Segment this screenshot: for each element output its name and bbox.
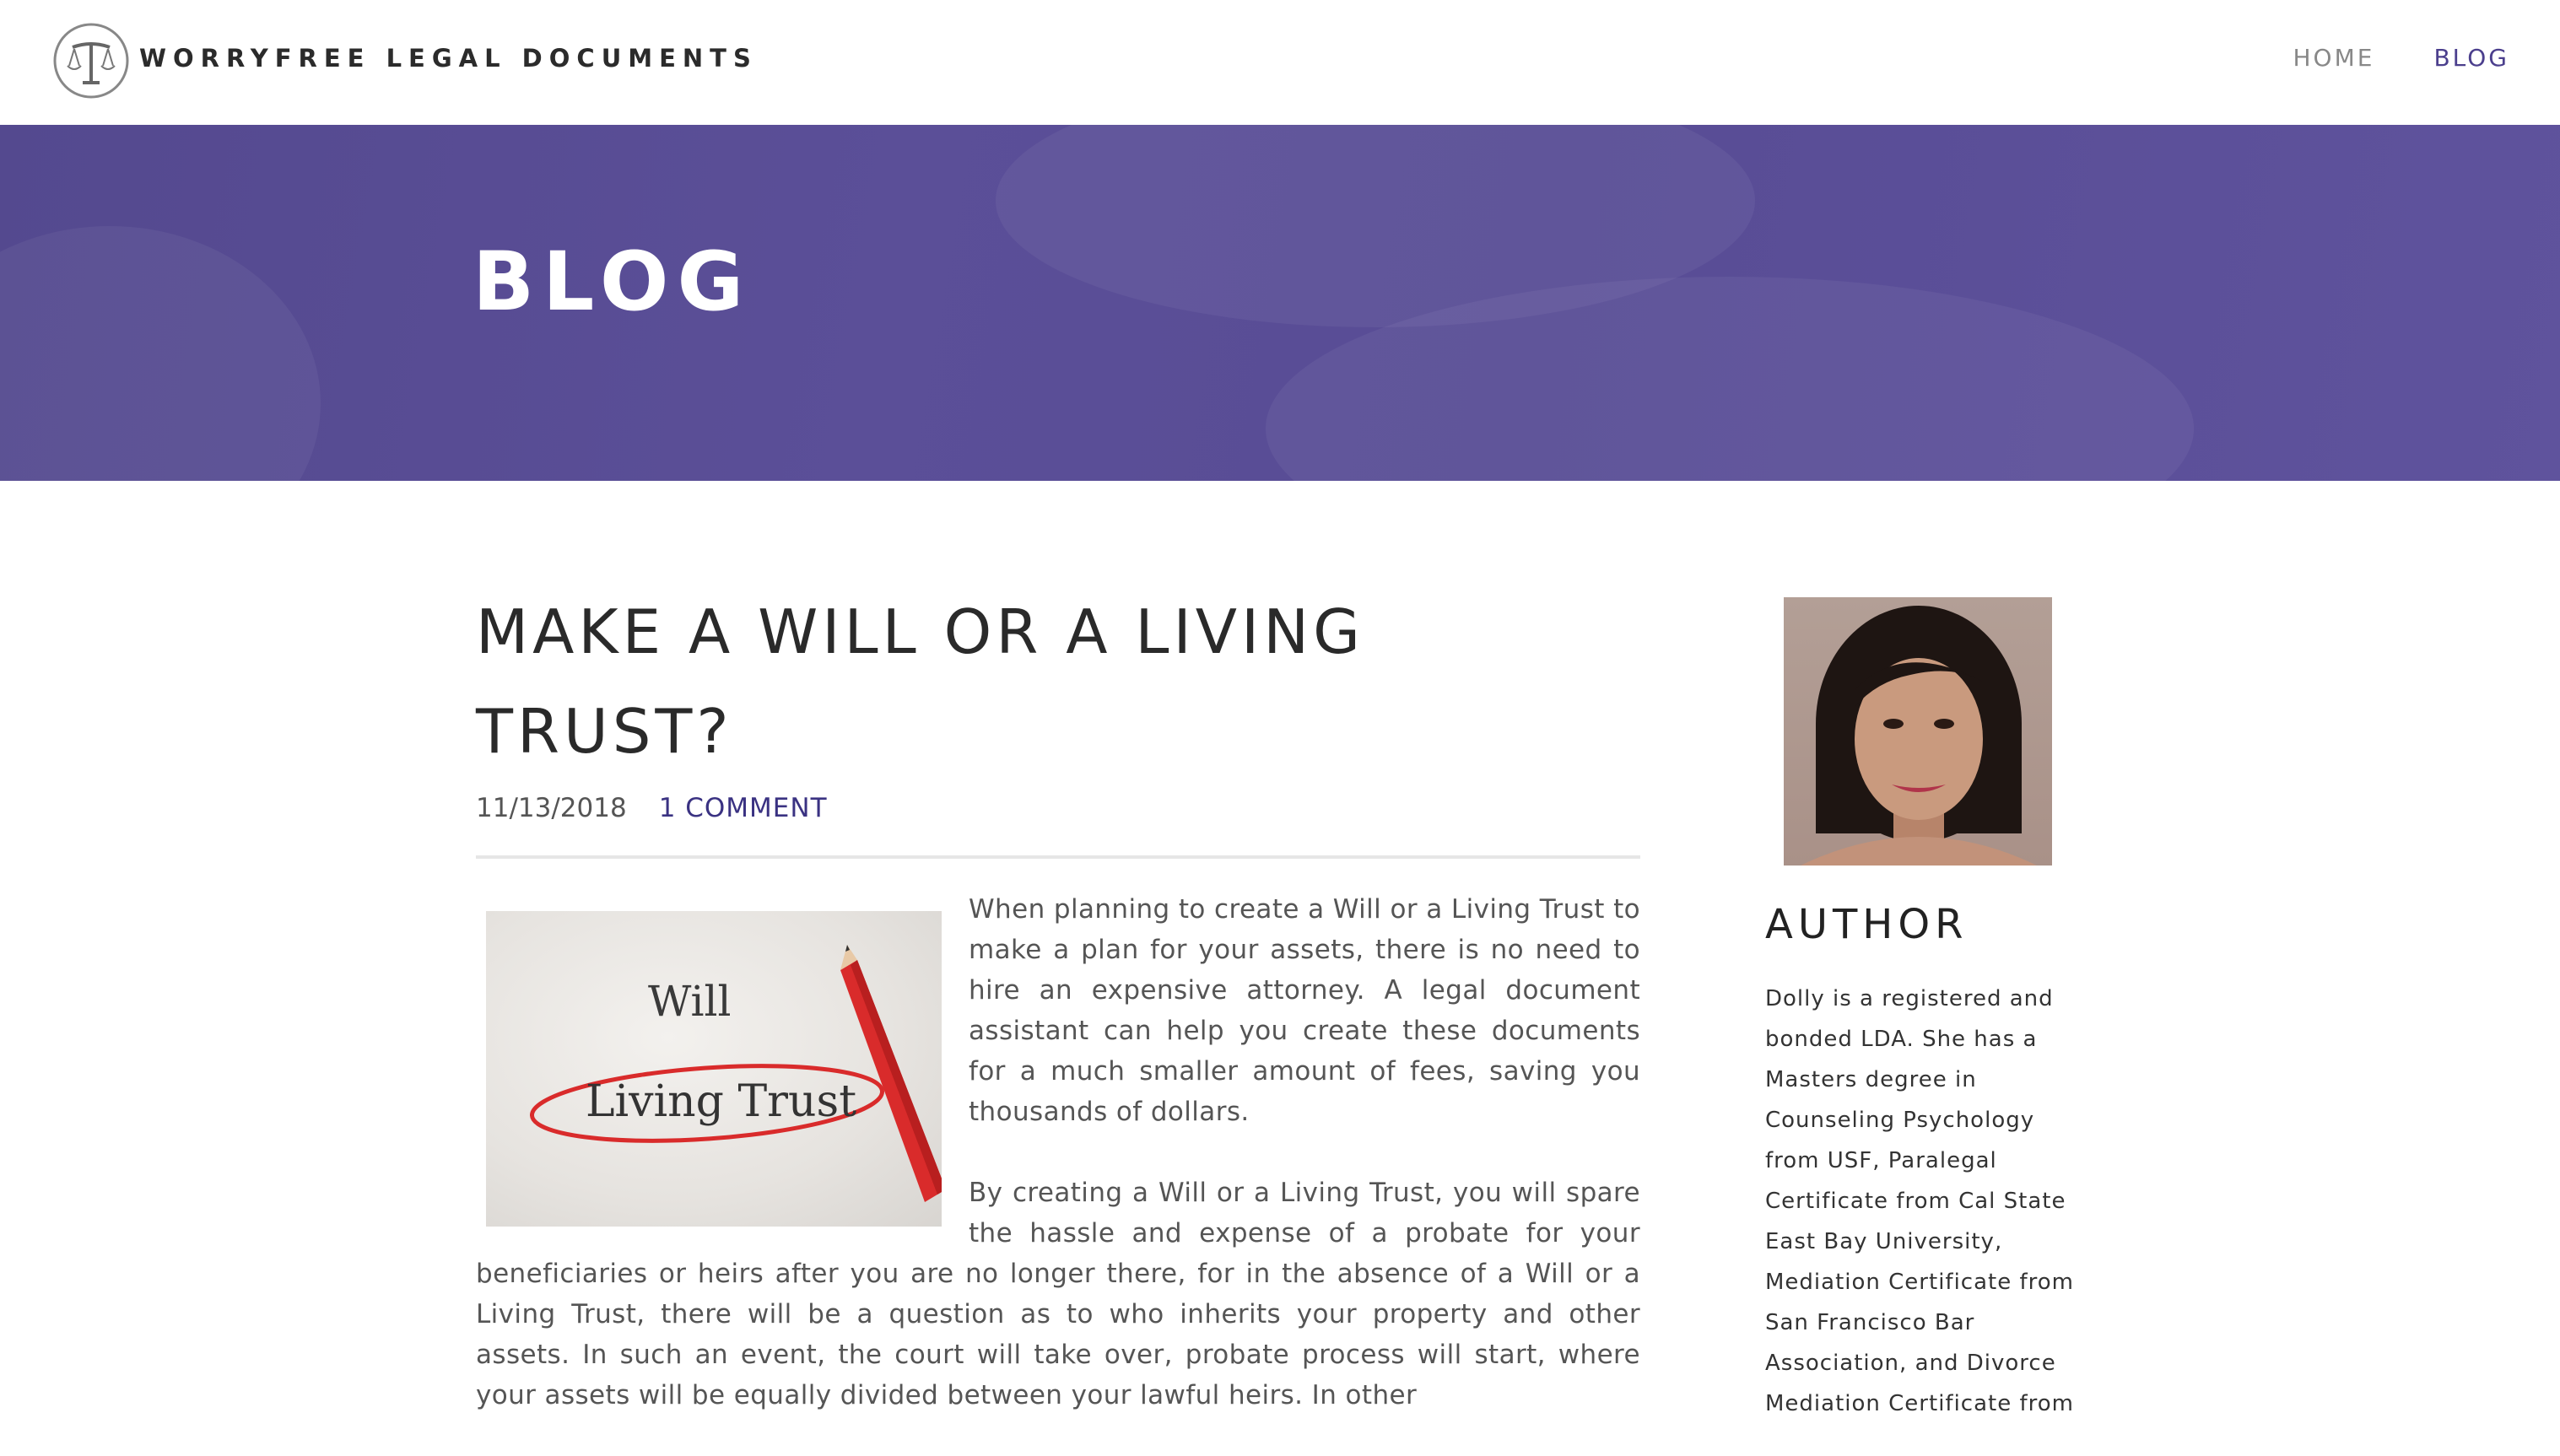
post-body: Will Living Trust When planning to creat… — [476, 889, 1640, 1416]
banner-texture — [0, 226, 321, 481]
post-meta: 11/13/2018 1 COMMENT — [476, 793, 1640, 823]
site-header: WORRYFREE LEGAL DOCUMENTS HOME BLOG — [0, 0, 2560, 125]
nav-home-link[interactable]: HOME — [2293, 44, 2375, 72]
divider — [476, 855, 1640, 859]
nav-blog-link[interactable]: BLOG — [2433, 44, 2509, 72]
scales-of-justice-icon[interactable] — [52, 22, 130, 100]
main-nav: HOME BLOG — [2293, 44, 2510, 72]
hero-banner: BLOG — [0, 125, 2560, 481]
author-portrait — [1801, 606, 2037, 866]
author-bio: Dolly is a registered and bonded LDA. Sh… — [1765, 986, 2074, 1416]
blog-post: MAKE A WILL OR A LIVING TRUST? 11/13/201… — [476, 582, 1640, 1456]
post-image: Will Living Trust — [486, 911, 942, 1227]
image-word-living-trust: Living Trust — [586, 1076, 857, 1127]
author-heading: AUTHOR — [1765, 901, 1969, 948]
page-title: BLOG — [473, 235, 753, 329]
pencil-illustration — [529, 945, 942, 1202]
author-avatar — [1784, 597, 2052, 866]
post-date: 11/13/2018 — [476, 793, 627, 823]
image-word-will: Will — [648, 977, 732, 1026]
post-title[interactable]: MAKE A WILL OR A LIVING TRUST? — [476, 582, 1573, 781]
brand-name[interactable]: WORRYFREE LEGAL DOCUMENTS — [139, 44, 758, 73]
comments-link[interactable]: 1 COMMENT — [659, 793, 828, 823]
